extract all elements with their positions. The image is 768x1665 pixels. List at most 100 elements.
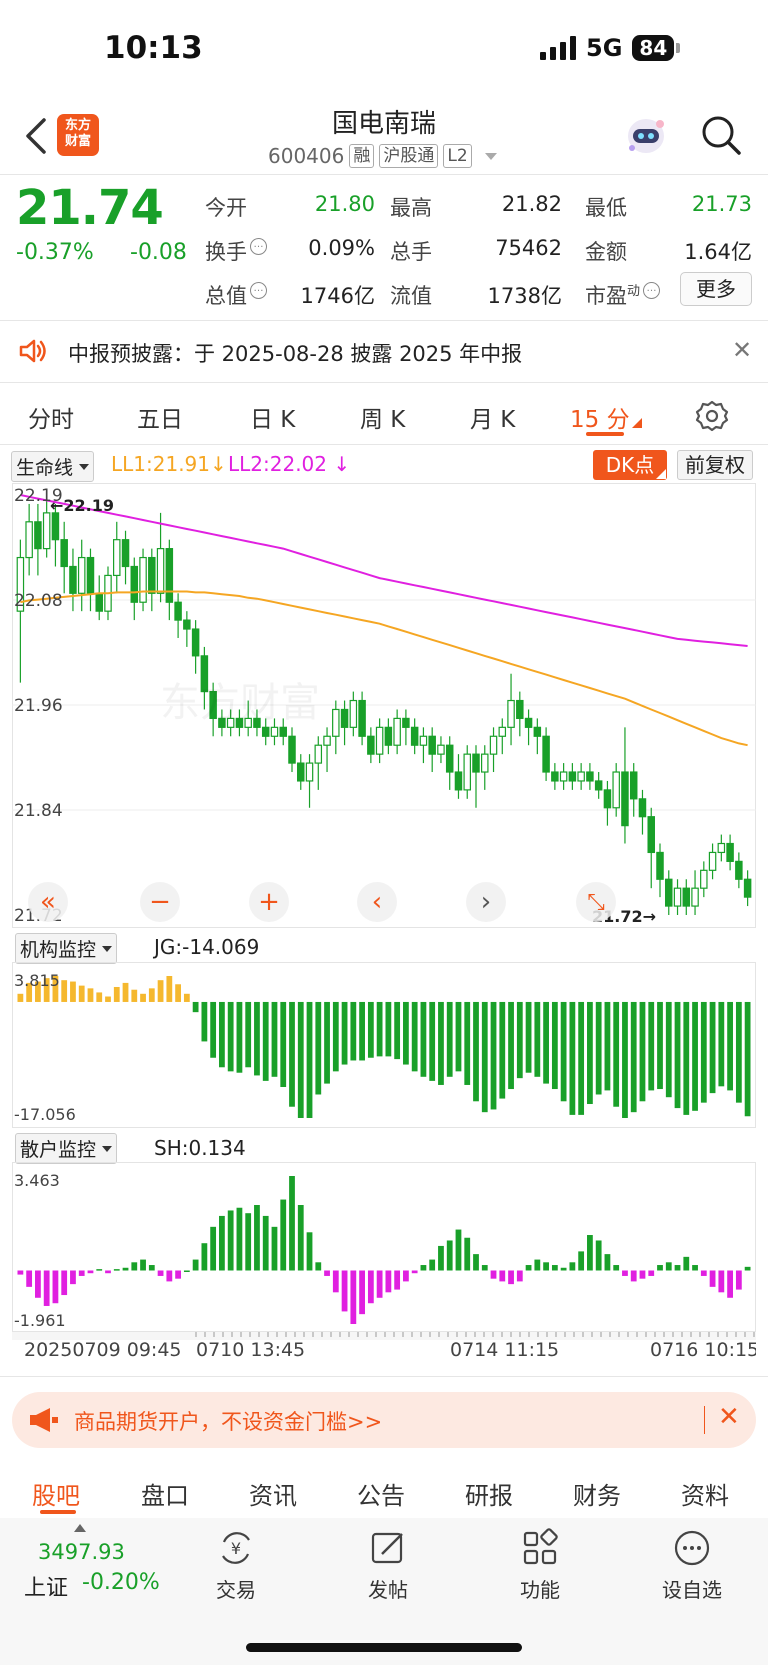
indicator-select-sh[interactable]: 散户监控 xyxy=(15,1133,118,1164)
candle xyxy=(384,718,393,755)
tab-profile[interactable]: 资料 xyxy=(681,1476,729,1511)
bar xyxy=(604,1254,611,1271)
index-value[interactable]: 3497.93 xyxy=(38,1540,125,1564)
quote-value: 21.80 xyxy=(314,192,375,216)
status-time: 10:13 xyxy=(104,30,203,66)
tab-15min[interactable]: 15 分 xyxy=(570,400,630,434)
more-icon xyxy=(674,1530,710,1566)
institution-monitor-chart[interactable]: 3.815 -17.056 xyxy=(12,962,756,1128)
tab-finance[interactable]: 财务 xyxy=(573,1476,621,1511)
ad-text: 商品期货开户，不设资金门槛>> xyxy=(74,1410,383,1434)
bar xyxy=(551,1265,558,1271)
chevron-down-icon[interactable] xyxy=(484,152,497,160)
bar xyxy=(227,1210,234,1271)
change-percent: -0.37% xyxy=(16,240,94,265)
bar xyxy=(551,1001,558,1090)
candle xyxy=(691,870,699,915)
bar xyxy=(96,992,103,1002)
candle xyxy=(665,870,673,915)
bar xyxy=(446,1240,453,1271)
nav-trade[interactable]: ¥ 交易 xyxy=(186,1528,286,1603)
tab-guba[interactable]: 股吧 xyxy=(32,1476,80,1511)
caret-up-icon xyxy=(74,1524,86,1532)
bar xyxy=(17,993,24,1002)
home-indicator xyxy=(246,1643,522,1652)
candle xyxy=(332,700,340,755)
tab-monthly-k[interactable]: 月 K xyxy=(470,400,515,434)
y-tick-label: 21.96 xyxy=(14,696,63,716)
bar xyxy=(219,1001,225,1068)
bar xyxy=(464,1001,471,1085)
indicator-select-jg[interactable]: 机构监控 xyxy=(15,933,118,964)
close-icon[interactable]: ✕ xyxy=(718,1402,740,1432)
candle xyxy=(86,548,95,612)
bar xyxy=(622,1001,628,1118)
bar xyxy=(587,1001,593,1105)
candle xyxy=(437,736,445,764)
sh-value: SH:0.134 xyxy=(154,1136,246,1160)
tab-five-day[interactable]: 五日 xyxy=(137,400,183,434)
bar xyxy=(543,1262,549,1271)
close-icon[interactable]: ✕ xyxy=(732,336,752,364)
bar xyxy=(148,1265,155,1271)
bar xyxy=(87,1270,94,1274)
tab-weekly-k[interactable]: 周 K xyxy=(360,400,405,434)
bar xyxy=(578,1001,585,1115)
retail-monitor-chart[interactable]: 3.463 -1.961 xyxy=(12,1162,756,1332)
nav-post[interactable]: 发帖 xyxy=(338,1528,438,1603)
scroll-left-fast-button[interactable]: « xyxy=(28,882,68,922)
robot-assistant-icon[interactable] xyxy=(622,114,670,158)
more-button[interactable]: 更多 xyxy=(680,272,752,306)
high-marker: ←22.19 xyxy=(50,496,114,515)
kline-chart[interactable]: 22.1922.0821.9621.8421.72←22.1921.72→ xyxy=(12,483,756,928)
bar xyxy=(201,1001,208,1042)
nav-watchlist[interactable]: 设自选 xyxy=(642,1528,742,1603)
search-icon[interactable] xyxy=(700,114,742,156)
tab-daily-k[interactable]: 日 K xyxy=(250,400,295,434)
scroll-right-button[interactable]: › xyxy=(466,882,506,922)
bar xyxy=(262,1215,269,1271)
adjust-button[interactable]: 前复权 xyxy=(677,450,753,480)
tab-pankou[interactable]: 盘口 xyxy=(141,1476,189,1511)
bar xyxy=(157,1270,164,1276)
zoom-out-button[interactable]: − xyxy=(140,882,180,922)
candle xyxy=(297,754,305,790)
fullscreen-icon[interactable]: ⤡ xyxy=(576,882,616,922)
tab-intraday[interactable]: 分时 xyxy=(28,400,74,434)
bar xyxy=(560,1001,567,1102)
index-name[interactable]: 上证 xyxy=(24,1570,68,1602)
bar xyxy=(508,1270,514,1285)
divider xyxy=(0,174,768,175)
tab-research[interactable]: 研报 xyxy=(465,1476,513,1511)
bar xyxy=(499,1270,506,1282)
scroll-left-button[interactable]: ‹ xyxy=(357,882,397,922)
back-icon[interactable] xyxy=(22,116,50,156)
candle xyxy=(454,754,463,799)
bar xyxy=(183,1270,190,1272)
gear-icon[interactable] xyxy=(695,399,729,433)
bar xyxy=(578,1251,585,1271)
bar xyxy=(332,1270,339,1293)
bar xyxy=(525,1265,532,1271)
zoom-in-button[interactable]: + xyxy=(249,882,289,922)
bar xyxy=(473,1254,479,1271)
bar xyxy=(61,980,68,1002)
info-icon: … xyxy=(250,282,267,299)
divider xyxy=(0,382,768,383)
tab-announcements[interactable]: 公告 xyxy=(357,1476,405,1511)
candle xyxy=(559,763,568,790)
nav-features[interactable]: 功能 xyxy=(490,1528,590,1603)
candle xyxy=(288,727,296,773)
indicator-select-main[interactable]: 生命线 xyxy=(11,451,95,482)
tab-news[interactable]: 资讯 xyxy=(249,1476,297,1511)
bar xyxy=(560,1267,567,1271)
candle xyxy=(60,521,68,594)
stock-code-row[interactable]: 600406 融 沪股通 L2 xyxy=(268,144,497,168)
index-change[interactable]: -0.20% xyxy=(82,1570,160,1595)
bar xyxy=(674,1265,681,1271)
bar xyxy=(464,1237,471,1271)
bar xyxy=(665,1001,672,1098)
bar xyxy=(17,1270,24,1275)
bar xyxy=(683,1001,690,1115)
candle xyxy=(568,763,577,790)
